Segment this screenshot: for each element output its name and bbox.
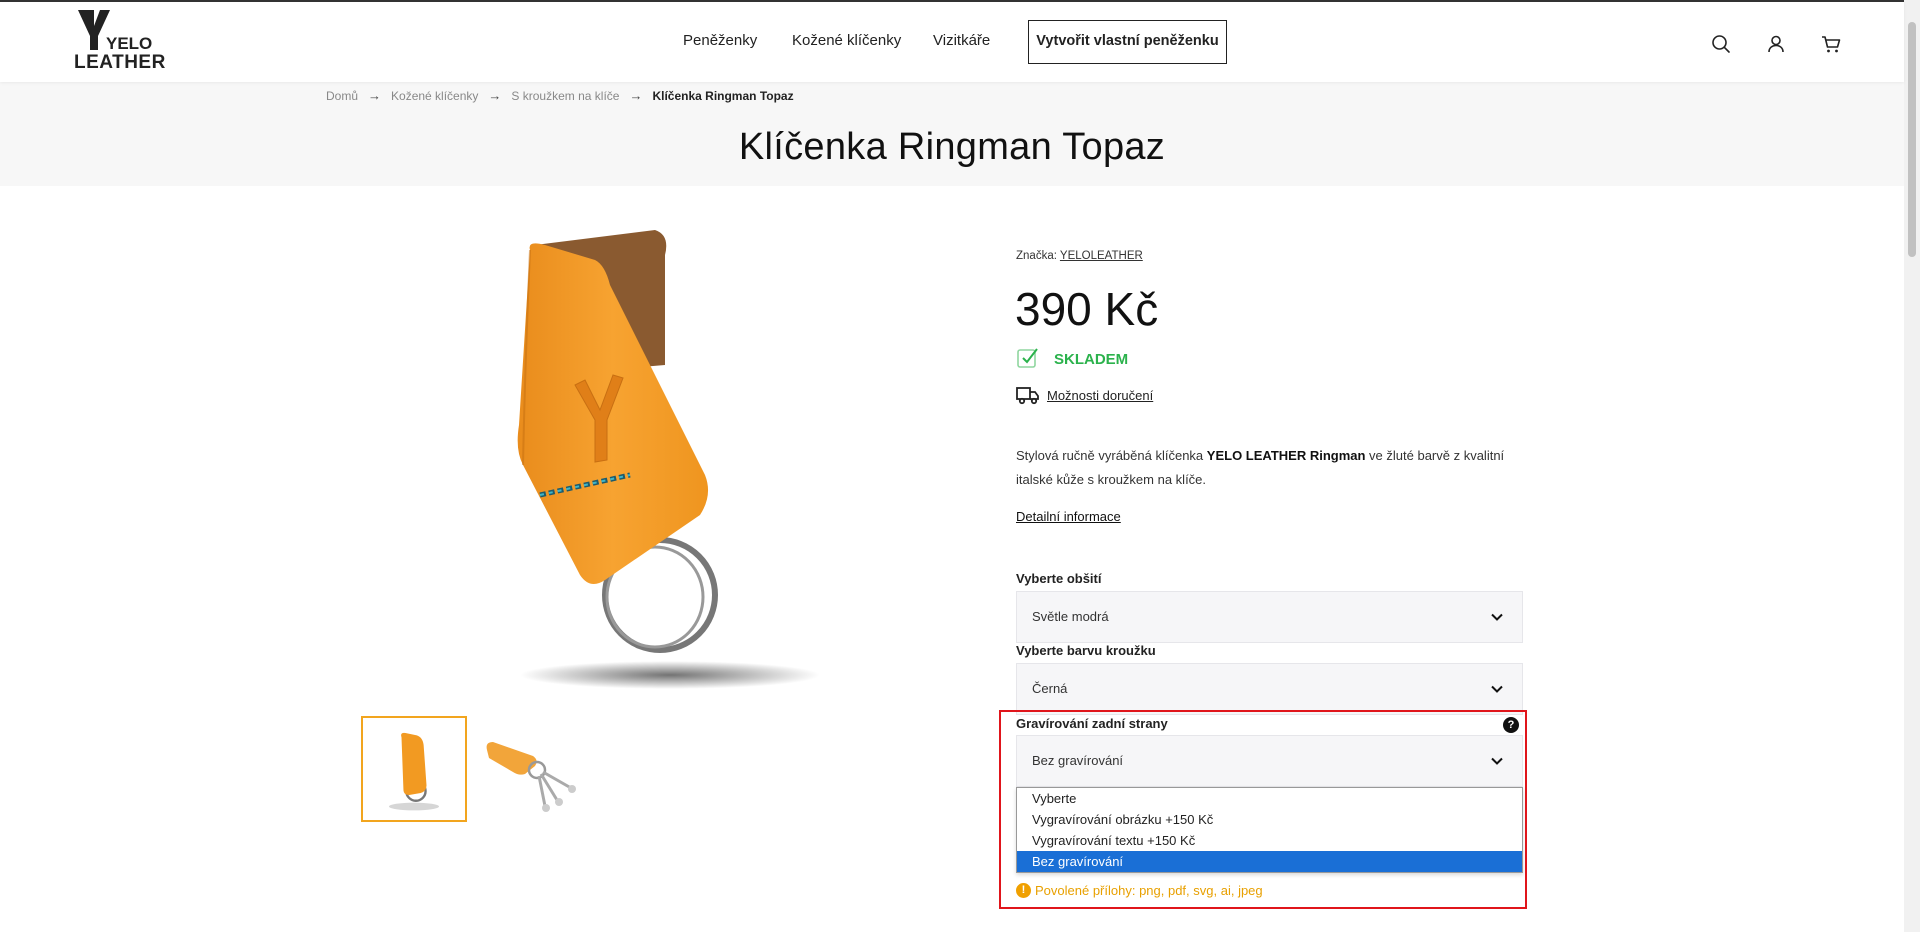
stitching-label: Vyberte obšití bbox=[1016, 571, 1102, 586]
arrow-right-icon: → bbox=[488, 88, 502, 103]
stock-status: SKLADEM bbox=[1054, 351, 1129, 368]
stitching-value: Světle modrá bbox=[1032, 609, 1109, 624]
nav-card-holders[interactable]: Vizitkáře bbox=[933, 32, 990, 49]
chevron-down-icon bbox=[1490, 682, 1504, 696]
breadcrumb-with-ring[interactable]: S kroužkem na klíče bbox=[511, 89, 619, 103]
highlight-frame bbox=[999, 710, 1527, 909]
arrow-right-icon: → bbox=[368, 88, 382, 103]
stitching-select[interactable]: Světle modrá bbox=[1016, 591, 1523, 643]
brand-label: Značka: bbox=[1016, 250, 1057, 262]
yelo-leather-logo[interactable]: YELO LEATHER bbox=[72, 6, 167, 76]
page-title: Klíčenka Ringman Topaz bbox=[738, 126, 1166, 168]
product-price: 390 Kč bbox=[1015, 283, 1159, 335]
breadcrumb-keychains[interactable]: Kožené klíčenky bbox=[391, 89, 478, 103]
cart-icon[interactable] bbox=[1820, 33, 1842, 55]
user-icon[interactable] bbox=[1765, 33, 1787, 55]
site-header: YELO LEATHER Peněženky Kožené klíčenky V… bbox=[0, 2, 1904, 82]
desc-text-1: Stylová ručně vyráběná klíčenka bbox=[1016, 448, 1207, 463]
brand-link[interactable]: YELOLEATHER bbox=[1060, 250, 1143, 262]
check-box-icon bbox=[1016, 346, 1040, 370]
desc-bold: YELO LEATHER Ringman bbox=[1206, 448, 1366, 463]
ring-color-value: Černá bbox=[1032, 681, 1068, 696]
product-main-image[interactable] bbox=[455, 215, 875, 695]
detail-info-link[interactable]: Detailní informace bbox=[1016, 509, 1121, 524]
arrow-right-icon: → bbox=[629, 88, 643, 103]
truck-icon bbox=[1016, 384, 1040, 406]
breadcrumb-home[interactable]: Domů bbox=[326, 89, 358, 103]
thumbnail-2[interactable] bbox=[479, 716, 585, 822]
page-scrollbar[interactable] bbox=[1904, 0, 1920, 932]
product-description: Stylová ručně vyráběná klíčenka YELO LEA… bbox=[1016, 444, 1516, 492]
chevron-down-icon bbox=[1490, 610, 1504, 624]
nav-wallets[interactable]: Peněženky bbox=[683, 32, 757, 49]
breadcrumb: Domů → Kožené klíčenky → S kroužkem na k… bbox=[326, 88, 794, 103]
breadcrumb-current: Klíčenka Ringman Topaz bbox=[652, 88, 794, 103]
logo-line1: YELO bbox=[106, 34, 152, 53]
delivery-options-link[interactable]: Možnosti doručení bbox=[1047, 388, 1153, 403]
logo-line2: LEATHER bbox=[74, 52, 166, 73]
thumbnail-1[interactable] bbox=[361, 716, 467, 822]
ring-color-select[interactable]: Černá bbox=[1016, 663, 1523, 715]
scrollbar-thumb[interactable] bbox=[1908, 22, 1916, 257]
ring-color-label: Vyberte barvu kroužku bbox=[1016, 643, 1156, 658]
search-icon[interactable] bbox=[1710, 33, 1732, 55]
brand-line: Značka: YELOLEATHER bbox=[1016, 250, 1143, 262]
title-band: Domů → Kožené klíčenky → S kroužkem na k… bbox=[0, 82, 1904, 186]
nav-keychains[interactable]: Kožené klíčenky bbox=[792, 32, 901, 49]
create-wallet-button[interactable]: Vytvořit vlastní peněženku bbox=[1028, 20, 1227, 64]
logo-mark: YELO LEATHER bbox=[74, 10, 166, 73]
